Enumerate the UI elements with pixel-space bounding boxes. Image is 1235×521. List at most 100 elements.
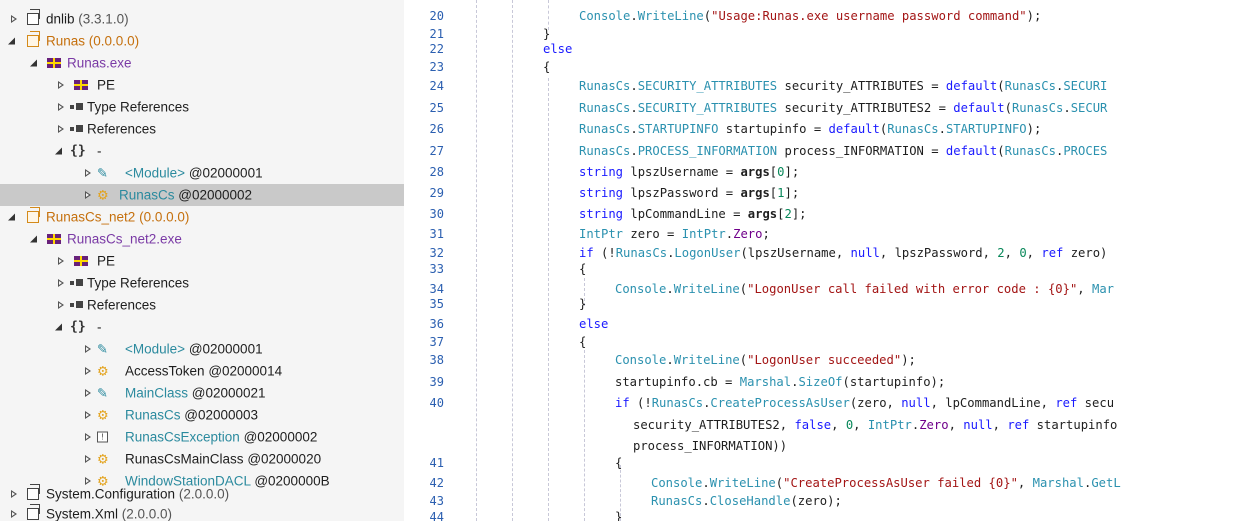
- collapse-arrow-icon[interactable]: [55, 147, 62, 155]
- code-editor[interactable]: 20 Console.WriteLine("Usage:Runas.exe use…: [412, 0, 1235, 521]
- tree-item-version: (0.0.0.0): [139, 209, 190, 225]
- expand-arrow-icon[interactable]: [58, 81, 64, 89]
- tree-item-version: (0.0.0.0): [88, 33, 140, 49]
- references-icon: [70, 301, 84, 309]
- line-number: 34: [429, 282, 444, 296]
- tree-item-module-class[interactable]: ✎ <Module> @02000001: [0, 338, 404, 360]
- tree-item-runas[interactable]: Runas (0.0.0.0): [0, 30, 404, 52]
- indent-guide: [584, 350, 585, 521]
- class-icon: ⚙: [97, 451, 109, 467]
- tree-item-token: @02000002: [178, 187, 253, 203]
- tree-item-runascs-selected[interactable]: ⚙ RunasCs @02000002: [0, 184, 404, 206]
- tree-item-runascsexception[interactable]: ! RunasCsException @02000002: [0, 426, 404, 448]
- tree-item-label: RunasCs: [119, 187, 175, 203]
- tree-item-references[interactable]: References: [0, 294, 404, 316]
- assembly-icon: [27, 31, 40, 47]
- line-number: 25: [429, 101, 444, 115]
- tree-item-runascs[interactable]: ⚙ RunasCs @02000003: [0, 404, 404, 426]
- tree-item-runascs-net2-exe[interactable]: RunasCs_net2.exe: [0, 228, 404, 250]
- tree-item-system-xml[interactable]: System.Xml (2.0.0.0): [0, 503, 404, 521]
- expand-arrow-icon[interactable]: [11, 490, 17, 498]
- tree-item-accesstoken[interactable]: ⚙ AccessToken @02000014: [0, 360, 404, 382]
- namespace-icon: {}: [70, 319, 86, 335]
- line-number: 33: [429, 262, 444, 276]
- line-number: 40: [429, 396, 444, 410]
- tree-item-type-references[interactable]: Type References: [0, 96, 404, 118]
- assembly-icon: [27, 207, 40, 223]
- tree-item-label: RunasCs_net2: [46, 209, 136, 225]
- line-number: 44: [429, 510, 444, 521]
- expand-arrow-icon[interactable]: [85, 367, 91, 375]
- expand-arrow-icon[interactable]: [58, 279, 64, 287]
- line-number: 26: [429, 122, 444, 136]
- expand-arrow-icon[interactable]: [11, 15, 17, 23]
- indent-guide: [476, 0, 477, 521]
- line-number: 38: [429, 353, 444, 367]
- assembly-explorer-tree: dnlib (3.3.1.0) Runas (0.0.0.0) Runas.ex…: [0, 0, 404, 521]
- expand-arrow-icon[interactable]: [58, 257, 64, 265]
- tree-item-dnlib[interactable]: dnlib (3.3.1.0): [0, 8, 404, 30]
- assembly-icon: [27, 484, 40, 500]
- line-number: 36: [429, 317, 444, 331]
- line-number: 42: [429, 476, 444, 490]
- line-number: 43: [429, 494, 444, 508]
- class-icon: ⚙: [97, 363, 109, 379]
- line-number: 30: [429, 207, 444, 221]
- expand-arrow-icon[interactable]: [85, 433, 91, 441]
- expand-arrow-icon[interactable]: [85, 455, 91, 463]
- indent-guide: [548, 78, 549, 521]
- tree-item-system-configuration[interactable]: System.Configuration (2.0.0.0): [0, 483, 404, 505]
- tree-item-label: Runas.exe: [67, 55, 132, 71]
- references-icon: [70, 103, 84, 111]
- class-icon: ✎: [97, 385, 108, 401]
- tree-item-label: References: [87, 297, 157, 313]
- expand-arrow-icon[interactable]: [85, 389, 91, 397]
- tree-item-namespace[interactable]: {} -: [0, 140, 404, 162]
- expand-arrow-icon[interactable]: [85, 411, 91, 419]
- expand-arrow-icon[interactable]: [85, 169, 91, 177]
- line-number: 27: [429, 144, 444, 158]
- pane-splitter[interactable]: [404, 0, 412, 521]
- tree-item-runascsmainclass[interactable]: ⚙ RunasCsMainClass @02000020: [0, 448, 404, 470]
- expand-arrow-icon[interactable]: [11, 510, 17, 518]
- assembly-icon: [27, 9, 40, 25]
- tree-item-label: PE: [97, 253, 116, 269]
- expand-arrow-icon[interactable]: [58, 125, 64, 133]
- tree-item-version: (3.3.1.0): [78, 11, 129, 27]
- expand-arrow-icon[interactable]: [58, 103, 64, 111]
- collapse-arrow-icon[interactable]: [30, 59, 37, 67]
- tree-item-references[interactable]: References: [0, 118, 404, 140]
- line-number: 37: [429, 335, 444, 349]
- tree-item-label: Type References: [87, 275, 190, 291]
- tree-item-label: -: [97, 143, 102, 159]
- tree-item-label: RunasCs_net2.exe: [67, 231, 182, 247]
- exception-icon: !: [97, 431, 108, 443]
- tree-item-label: System.Xml: [46, 506, 119, 521]
- tree-item-runas-exe[interactable]: Runas.exe: [0, 52, 404, 74]
- tree-item-label: AccessToken: [125, 363, 205, 379]
- collapse-arrow-icon[interactable]: [8, 37, 15, 45]
- line-number: 35: [429, 297, 444, 311]
- tree-item-pe[interactable]: PE: [0, 74, 404, 96]
- tree-item-type-references[interactable]: Type References: [0, 272, 404, 294]
- module-icon: [47, 58, 61, 68]
- tree-item-label: Runas: [46, 33, 86, 49]
- tree-item-pe[interactable]: PE: [0, 250, 404, 272]
- collapse-arrow-icon[interactable]: [30, 235, 37, 243]
- expand-arrow-icon[interactable]: [85, 191, 91, 199]
- tree-item-namespace[interactable]: {} -: [0, 316, 404, 338]
- tree-item-module-class[interactable]: ✎ <Module> @02000001: [0, 162, 404, 184]
- class-icon: ✎: [97, 341, 108, 357]
- expand-arrow-icon[interactable]: [58, 301, 64, 309]
- expand-arrow-icon[interactable]: [85, 345, 91, 353]
- collapse-arrow-icon[interactable]: [55, 323, 62, 331]
- tree-item-mainclass[interactable]: ✎ MainClass @02000021: [0, 382, 404, 404]
- tree-item-label: PE: [97, 77, 116, 93]
- indent-guide: [548, 0, 549, 30]
- line-number: 31: [429, 227, 444, 241]
- line-number: 21: [429, 27, 444, 41]
- collapse-arrow-icon[interactable]: [8, 213, 15, 221]
- line-number: 28: [429, 165, 444, 179]
- tree-item-label: <Module>: [125, 165, 186, 181]
- tree-item-runascs-net2[interactable]: RunasCs_net2 (0.0.0.0): [0, 206, 404, 228]
